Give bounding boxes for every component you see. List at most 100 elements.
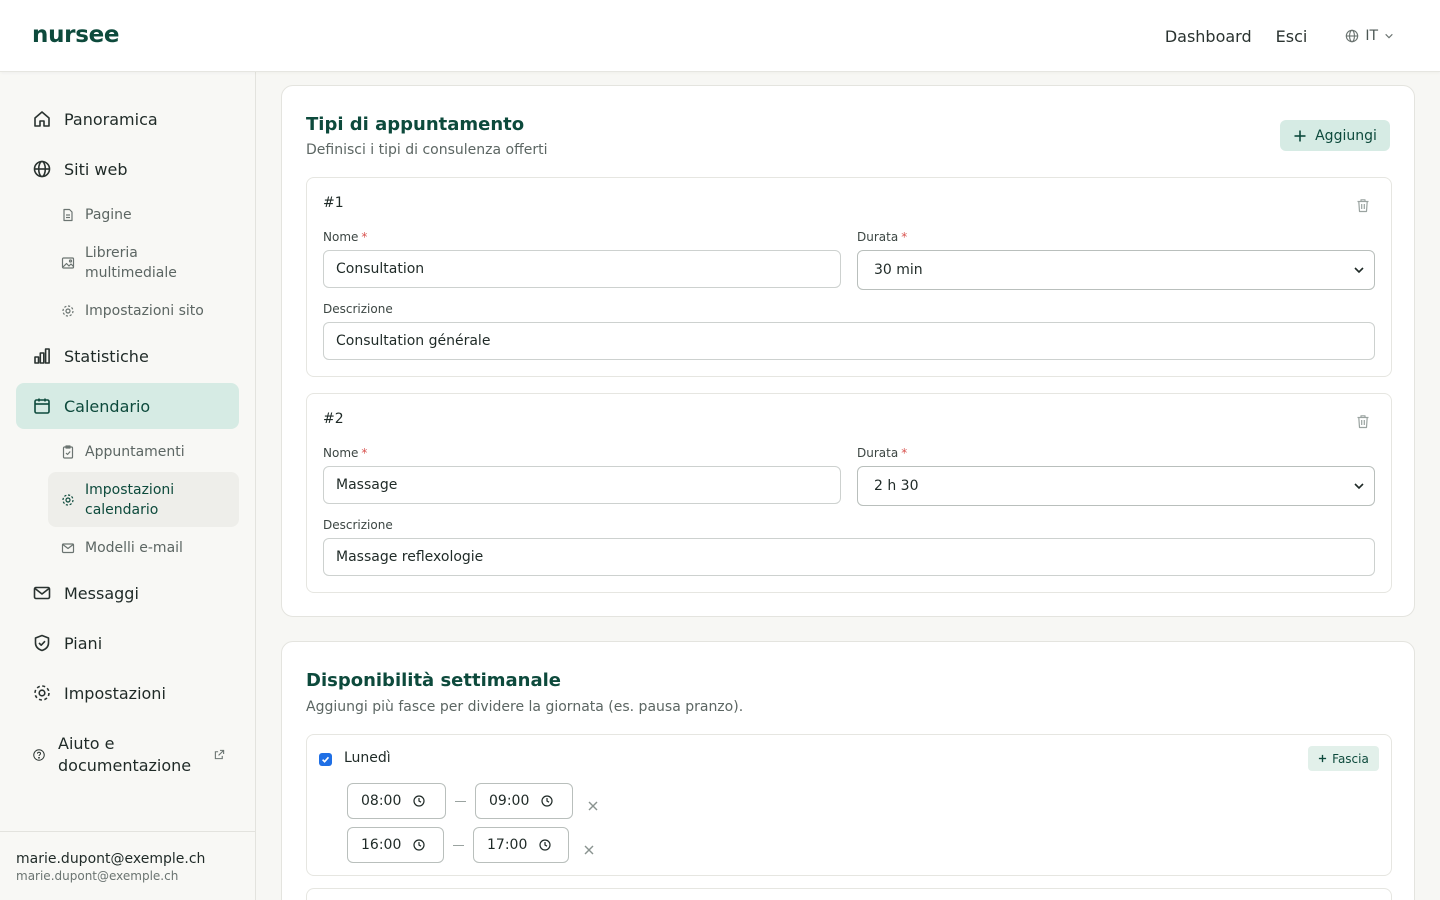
- plus-icon: [1293, 129, 1307, 143]
- sidebar-item-label: Siti web: [64, 159, 128, 179]
- sidebar-item-statistics[interactable]: Statistiche: [16, 333, 239, 379]
- name-label-text: Nome: [323, 230, 359, 244]
- sidebar-item-label: Calendario: [64, 396, 151, 416]
- top-bar: nursee Dashboard Esci IT: [0, 0, 1440, 72]
- sidebar-item-websites[interactable]: Siti web: [16, 146, 239, 192]
- name-label: Nome *: [323, 230, 367, 244]
- user-info[interactable]: marie.dupont@exemple.ch marie.dupont@exe…: [0, 831, 256, 900]
- remove-slot-icon[interactable]: [584, 840, 594, 855]
- globe-icon: [32, 159, 52, 179]
- sidebar-item-label: Piani: [64, 633, 103, 653]
- mail-icon: [32, 583, 52, 603]
- slot-end-time-input[interactable]: 17:00: [473, 827, 569, 863]
- required-mark: *: [901, 230, 908, 244]
- description-label: Descrizione: [323, 518, 393, 532]
- trash-icon[interactable]: [1356, 198, 1370, 213]
- language-code: IT: [1365, 28, 1378, 44]
- weekly-availability-subtitle: Aggiungi più fasce per dividere la giorn…: [306, 699, 744, 715]
- duration-label: Durata *: [857, 446, 907, 460]
- duration-select[interactable]: 2 h 30: [857, 466, 1375, 506]
- appointment-type-number: #2: [323, 411, 344, 427]
- sidebar-subitem-label: Appuntamenti: [85, 444, 185, 460]
- appointment-types-card: Tipi di appuntamento Definisci i tipi di…: [281, 85, 1415, 617]
- sidebar-subitem-pages[interactable]: Pagine: [48, 205, 239, 225]
- logo[interactable]: nursee: [32, 22, 119, 48]
- globe-icon: [1345, 29, 1359, 43]
- clipboard-check-icon: [61, 445, 75, 459]
- trash-icon[interactable]: [1356, 414, 1370, 429]
- appointment-type-item: #2 Nome * Massage Durata * 2 h 30 Descrizi…: [306, 393, 1392, 593]
- day-enabled-checkbox[interactable]: [319, 753, 332, 766]
- sidebar-item-messages[interactable]: Messaggi: [16, 570, 239, 616]
- chevron-down-icon: [1354, 266, 1364, 274]
- weekly-availability-title: Disponibilità settimanale: [306, 670, 562, 691]
- language-selector[interactable]: IT: [1345, 28, 1394, 44]
- sidebar-subitem-site-settings[interactable]: Impostazioni sito: [48, 301, 239, 321]
- add-button-label: Aggiungi: [1315, 127, 1377, 144]
- add-slot-button[interactable]: Fascia: [1308, 746, 1379, 771]
- time-value: 08:00: [361, 793, 402, 809]
- help-circle-icon: [32, 748, 46, 762]
- required-mark: *: [361, 230, 368, 244]
- day-availability-row: Lunedì Fascia 08:00 09:00 16:00 17:00: [306, 734, 1392, 876]
- sidebar-item-settings[interactable]: Impostazioni: [16, 670, 239, 716]
- description-input[interactable]: Massage reflexologie: [323, 538, 1375, 576]
- name-label-text: Nome: [323, 446, 359, 460]
- gear-icon: [61, 304, 75, 318]
- sidebar-item-plans[interactable]: Piani: [16, 620, 239, 666]
- sidebar-subitem-calendar-settings[interactable]: Impostazioni calendario: [48, 472, 239, 527]
- logout-link[interactable]: Esci: [1276, 27, 1308, 46]
- bar-chart-icon: [32, 346, 52, 366]
- time-value: 09:00: [489, 793, 530, 809]
- add-appointment-type-button[interactable]: Aggiungi: [1280, 120, 1390, 151]
- time-separator: [453, 845, 464, 846]
- description-input-value: Massage reflexologie: [336, 549, 484, 565]
- duration-select[interactable]: 30 min: [857, 250, 1375, 290]
- sidebar-item-label: Panoramica: [64, 109, 158, 129]
- description-label: Descrizione: [323, 302, 393, 316]
- gear-icon: [32, 683, 52, 703]
- mail-icon: [61, 541, 75, 555]
- external-link-icon: [214, 749, 225, 760]
- sidebar-subitem-media-library[interactable]: Libreria multimediale: [48, 243, 239, 283]
- slot-end-time-input[interactable]: 09:00: [475, 783, 573, 819]
- sidebar-item-calendar[interactable]: Calendario: [16, 383, 239, 429]
- duration-select-value: 2 h 30: [874, 478, 919, 494]
- sidebar-item-help[interactable]: Aiuto e documentazione: [16, 727, 239, 783]
- sidebar-subitem-appointments[interactable]: Appuntamenti: [48, 442, 239, 462]
- calendar-icon: [32, 396, 52, 416]
- dashboard-link[interactable]: Dashboard: [1165, 27, 1252, 46]
- appointment-types-title: Tipi di appuntamento: [306, 114, 525, 135]
- duration-select-value: 30 min: [874, 262, 923, 278]
- sidebar-subitem-label: Impostazioni sito: [85, 303, 204, 319]
- duration-label-text: Durata: [857, 230, 899, 244]
- top-nav: Dashboard Esci IT: [1165, 0, 1394, 72]
- home-icon: [32, 109, 52, 129]
- required-mark: *: [901, 446, 908, 460]
- sidebar-item-overview[interactable]: Panoramica: [16, 96, 239, 142]
- name-input-value: Massage: [336, 477, 398, 493]
- slot-start-time-input[interactable]: 08:00: [347, 783, 446, 819]
- sidebar-subitem-label: Pagine: [85, 207, 132, 223]
- sidebar-item-label: Aiuto e documentazione: [58, 734, 192, 775]
- chevron-down-icon: [1354, 482, 1364, 490]
- sidebar-subitem-label: Impostazioni calendario: [85, 481, 175, 518]
- image-icon: [61, 256, 75, 270]
- duration-label: Durata *: [857, 230, 907, 244]
- sidebar-subitem-label: Modelli e-mail: [85, 540, 183, 556]
- chevron-down-icon: [1384, 31, 1394, 41]
- clock-icon: [539, 839, 551, 851]
- name-input[interactable]: Consultation: [323, 250, 841, 288]
- sidebar-item-label: Statistiche: [64, 346, 149, 366]
- sidebar: Panoramica Siti web Pagine Libreria mult…: [0, 72, 256, 900]
- slot-start-time-input[interactable]: 16:00: [347, 827, 444, 863]
- sidebar-subitem-email-templates[interactable]: Modelli e-mail: [48, 538, 239, 558]
- description-input[interactable]: Consultation générale: [323, 322, 1375, 360]
- time-value: 17:00: [487, 837, 528, 853]
- day-name: Lunedì: [344, 750, 391, 766]
- clock-icon: [413, 795, 425, 807]
- name-input[interactable]: Massage: [323, 466, 841, 504]
- remove-slot-icon[interactable]: [588, 796, 598, 811]
- required-mark: *: [361, 446, 368, 460]
- sidebar-item-label: Impostazioni: [64, 683, 166, 703]
